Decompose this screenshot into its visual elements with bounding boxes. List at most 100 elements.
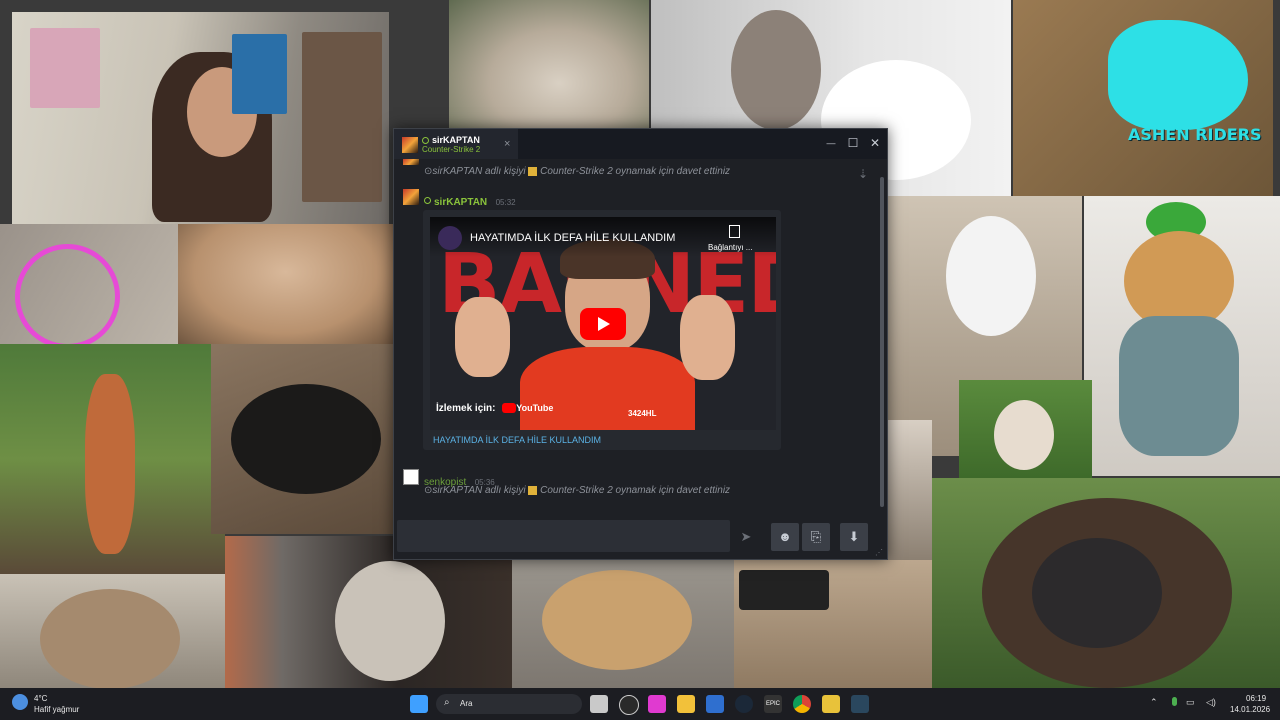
wallpaper-webcam-tile xyxy=(12,12,389,224)
tray-chevron-icon[interactable]: ⌃ xyxy=(1150,697,1158,708)
online-status-icon xyxy=(424,197,431,205)
wallpaper-bulldog xyxy=(994,400,1054,470)
wallpaper-dog-bread-tile xyxy=(512,560,734,688)
wallpaper-cat-shirt xyxy=(1119,316,1239,456)
youtube-play-button[interactable] xyxy=(580,308,626,340)
system-message-suffix: oynamak için davet ettiniz xyxy=(615,485,731,496)
wallpaper-orangutan-face xyxy=(1032,538,1162,648)
system-message: ⊙sirKAPTAN adlı kişiyi Counter-Strike 2 … xyxy=(424,166,730,177)
wallpaper-orangutan-tile xyxy=(932,478,1280,688)
system-message-game[interactable]: Counter-Strike 2 xyxy=(540,166,613,177)
steam-icon[interactable] xyxy=(735,695,753,713)
clock-time[interactable]: 06:19 xyxy=(1246,694,1266,703)
thumbnail-person-shirt xyxy=(520,347,695,430)
message-avatar xyxy=(403,159,419,165)
wallpaper-squirrel-tile xyxy=(0,344,225,574)
youtube-logo-icon xyxy=(502,403,517,414)
weather-icon[interactable] xyxy=(12,694,28,710)
online-status-icon xyxy=(422,137,429,145)
wallpaper-bunny-dog-tile xyxy=(959,380,1092,478)
wallpaper-fluffy-tile xyxy=(178,224,393,344)
message-avatar xyxy=(403,189,419,205)
weather-desc[interactable]: Hafif yağmur xyxy=(34,705,79,714)
chat-scrollbar[interactable] xyxy=(880,177,884,507)
volume-icon[interactable]: ◁) xyxy=(1206,697,1216,708)
weather-temp[interactable]: 4°C xyxy=(34,694,47,703)
system-message: ⊙sirKAPTAN adlı kişiyi Counter-Strike 2 … xyxy=(424,485,730,496)
video-link[interactable]: HAYATIMDA İLK DEFA HİLE KULLANDIM xyxy=(433,435,601,445)
message-author[interactable]: sirKAPTAN 05:32 xyxy=(424,192,516,210)
channel-avatar[interactable] xyxy=(438,226,462,250)
app-icon-pink[interactable] xyxy=(648,695,666,713)
wallpaper-dog-tile xyxy=(211,344,394,534)
message-avatar-senkopist xyxy=(403,469,419,485)
wallpaper-donkey xyxy=(335,561,445,681)
wallpaper-hat-cat-tile xyxy=(1084,196,1280,476)
thumbnail-watermark: 3424HL xyxy=(628,409,657,418)
tab-close-button[interactable]: × xyxy=(504,138,510,150)
emoji-button[interactable]: ☻ xyxy=(771,523,799,551)
copy-link-icon[interactable] xyxy=(729,225,740,238)
chat-tab-sirkaptan[interactable]: sirKAPTAN Counter-Strike 2 × xyxy=(394,129,518,159)
wallpaper-monkey-tile xyxy=(0,574,225,688)
copy-link-label[interactable]: Bağlantıyı ... xyxy=(708,243,752,252)
window-close-button[interactable]: ✕ xyxy=(865,133,885,153)
clock-date[interactable]: 14.01.2026 xyxy=(1230,705,1270,714)
taskbar xyxy=(0,688,1280,720)
message-input[interactable] xyxy=(397,520,730,552)
wallpaper-cat xyxy=(731,10,821,130)
epic-games-icon[interactable]: EPIC xyxy=(764,695,782,713)
tab-avatar xyxy=(402,137,418,153)
wallpaper-logo-horse xyxy=(1108,20,1248,130)
wallpaper-squirrel xyxy=(85,374,135,554)
wallpaper-smile-face xyxy=(15,244,120,344)
youtube-logo-text: YouTube xyxy=(516,403,554,413)
store-icon[interactable] xyxy=(706,695,724,713)
system-message-suffix: oynamak için davet ettiniz xyxy=(615,166,731,177)
wallpaper-monkey xyxy=(40,589,180,688)
message-author-name[interactable]: sirKAPTAN xyxy=(434,197,487,208)
wallpaper-smile-tile xyxy=(0,224,178,344)
microphone-icon[interactable] xyxy=(1172,697,1177,706)
chat-titlebar[interactable]: sirKAPTAN Counter-Strike 2 × — ☐ ✕ xyxy=(394,129,887,159)
chrome-icon[interactable] xyxy=(793,695,811,713)
watch-on-label[interactable]: İzlemek için: YouTube xyxy=(436,403,553,414)
wallpaper-logo-text: ASHEN RIDERS xyxy=(1128,125,1262,144)
search-label: Ara xyxy=(460,699,473,708)
system-message-prefix: sirKAPTAN adlı kişiyi xyxy=(432,166,526,177)
wallpaper-tan-dog xyxy=(542,570,692,670)
app-icon-circle[interactable] xyxy=(619,695,639,715)
window-minimize-button[interactable]: — xyxy=(821,133,841,153)
app-icon-yellow[interactable] xyxy=(822,695,840,713)
thumbnail-hand-left xyxy=(455,297,510,377)
task-view-icon[interactable] xyxy=(590,695,608,713)
start-icon[interactable] xyxy=(410,695,428,713)
search-icon: ⌕ xyxy=(444,697,450,708)
attach-button[interactable]: ⎘ xyxy=(802,523,830,551)
window-maximize-button[interactable]: ☐ xyxy=(843,133,863,153)
system-message-game[interactable]: Counter-Strike 2 xyxy=(540,485,613,496)
wallpaper-shelf xyxy=(302,32,382,202)
wallpaper-hair-tile xyxy=(449,0,649,128)
wallpaper-keyboard xyxy=(739,570,829,610)
video-title[interactable]: HAYATIMDA İLK DEFA HİLE KULLANDIM xyxy=(470,232,675,244)
game-icon xyxy=(528,485,538,495)
message-time: 05:32 xyxy=(495,198,516,207)
search-box[interactable]: ⌕ Ara xyxy=(436,694,582,714)
tab-status-game: Counter-Strike 2 xyxy=(422,145,481,154)
steam-chat-icon[interactable] xyxy=(851,695,869,713)
tab-user-name: sirKAPTAN xyxy=(422,135,480,145)
pin-button[interactable]: ⇣ xyxy=(858,167,868,181)
resize-grip-icon[interactable]: ⋰ xyxy=(875,548,883,557)
network-icon[interactable]: ▭ xyxy=(1186,697,1195,708)
wallpaper-parrot-poster xyxy=(232,34,287,114)
wallpaper-bw-cat xyxy=(946,216,1036,336)
wallpaper-black-dog xyxy=(231,384,381,494)
voice-button[interactable]: ⬇ xyxy=(840,523,868,551)
thumbnail-hand-right xyxy=(680,295,735,380)
send-button[interactable]: ➤ xyxy=(732,523,760,551)
wallpaper-painting xyxy=(30,28,100,108)
watch-on-text: İzlemek için: xyxy=(436,403,496,414)
game-icon xyxy=(528,166,538,176)
file-explorer-icon[interactable] xyxy=(677,695,695,713)
